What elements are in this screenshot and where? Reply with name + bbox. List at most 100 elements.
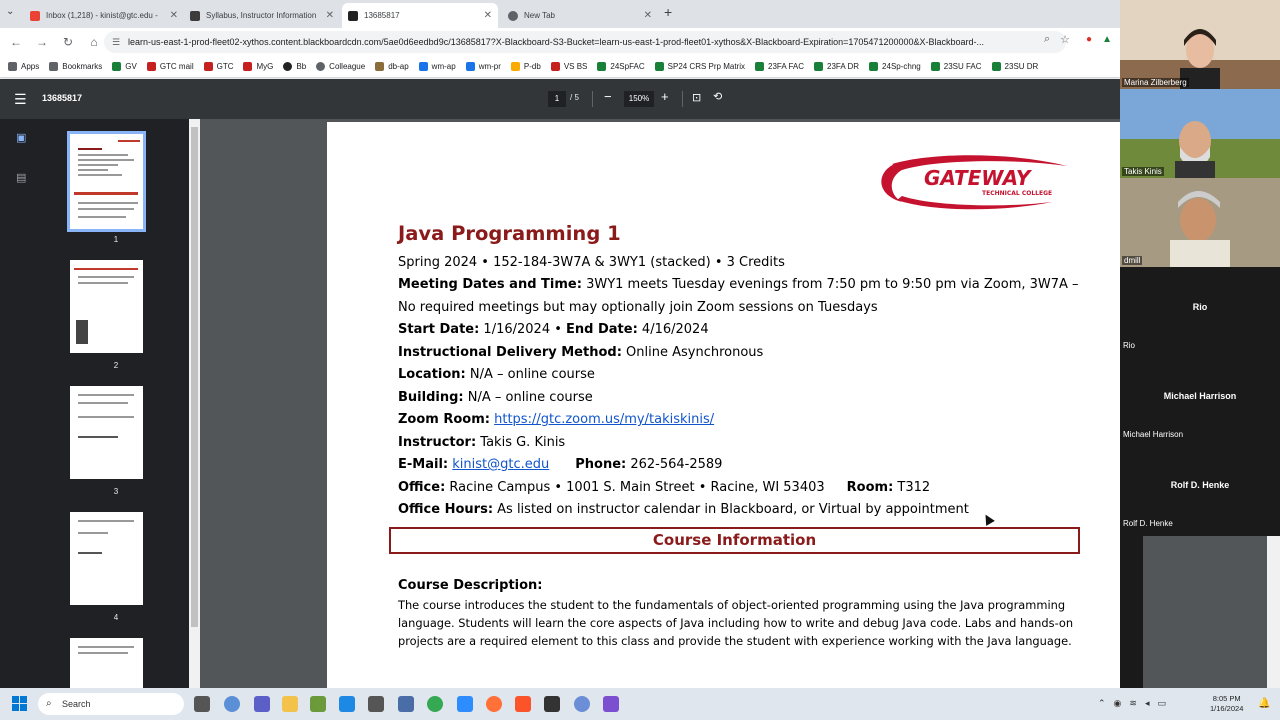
thumbnail-scrollbar[interactable] — [189, 119, 200, 688]
bookmark-sp24-crs[interactable]: SP24 CRS Prp Matrix — [654, 62, 745, 71]
webcam-image — [1120, 0, 1280, 89]
reload-icon[interactable]: ↻ — [56, 30, 80, 54]
page-thumbnail-5[interactable] — [70, 638, 143, 688]
teams-icon[interactable] — [254, 696, 270, 712]
contact-line: E-Mail: kinist@gtc.edu Phone: 262-564-258… — [398, 457, 723, 472]
participant-tile[interactable]: Rolf D. Henke Rolf D. Henke — [1120, 445, 1280, 534]
participant-tile[interactable]: Rio Rio — [1120, 267, 1280, 356]
tab-syllabus[interactable]: Syllabus, Instructor Information ✕ — [184, 3, 340, 28]
page-number-input[interactable]: 1 — [548, 91, 566, 107]
app-icon[interactable] — [544, 696, 560, 712]
new-tab-button[interactable]: + — [664, 4, 672, 20]
bookmark-bookmarks[interactable]: Bookmarks — [49, 62, 102, 71]
page-scrollbar[interactable] — [1267, 536, 1280, 688]
extension-icon[interactable]: ● — [1086, 34, 1092, 45]
task-view-icon[interactable] — [194, 696, 210, 712]
windows-start-icon[interactable] — [12, 696, 28, 712]
app-icon[interactable] — [368, 696, 384, 712]
wifi-icon[interactable]: ≋ — [1129, 698, 1137, 709]
visual-studio-icon[interactable] — [603, 696, 619, 712]
chevron-up-icon[interactable]: ⌃ — [1098, 698, 1106, 709]
bookmark-24sp-chng[interactable]: 24Sp-chng — [869, 62, 921, 71]
drive-icon[interactable]: ▲ — [1102, 34, 1112, 45]
bookmark-p-db[interactable]: P-db — [510, 62, 541, 71]
network-icon[interactable]: ◉ — [1114, 698, 1122, 709]
zoom-room-link[interactable]: https://gtc.zoom.us/my/takiskinis/ — [494, 412, 714, 427]
participant-video[interactable]: Takis Kinis — [1120, 89, 1280, 178]
page-thumbnail-3[interactable] — [70, 386, 143, 479]
vscode-icon[interactable] — [339, 696, 355, 712]
thumbnails-icon[interactable]: ▣ — [16, 131, 26, 144]
taskbar-clock[interactable]: 8:05 PM 1/16/2024 — [1210, 694, 1243, 714]
file-explorer-icon[interactable] — [282, 696, 298, 712]
zoom-in-button[interactable]: + — [661, 89, 669, 104]
section-header: Course Information — [389, 527, 1080, 554]
bookmark-colleague[interactable]: Colleague — [316, 62, 365, 71]
back-icon[interactable]: ← — [4, 30, 28, 54]
participant-tile[interactable]: Michael Harrison Michael Harrison — [1120, 356, 1280, 445]
thumbnail-label: 1 — [113, 235, 119, 244]
close-icon[interactable]: ✕ — [644, 10, 652, 21]
app-icon[interactable] — [398, 696, 414, 712]
bookmark-bb[interactable]: Bb — [283, 62, 306, 71]
bookmark-wm-pr[interactable]: wm-pr — [465, 62, 501, 71]
bookmark-24spfac[interactable]: 24SpFAC — [597, 62, 645, 71]
bookmark-apps[interactable]: Apps — [8, 62, 39, 71]
forward-icon[interactable]: → — [30, 30, 54, 54]
close-icon[interactable]: ✕ — [170, 10, 178, 21]
email-link[interactable]: kinist@gtc.edu — [452, 457, 549, 472]
notification-icon[interactable]: 🔔 — [1258, 698, 1270, 709]
participant-label: Michael Harrison — [1123, 430, 1184, 439]
bookmark-23fa-fac[interactable]: 23FA FAC — [755, 62, 804, 71]
participant-video[interactable]: Marina Zilberberg — [1120, 0, 1280, 89]
tab-pdf[interactable]: 13685817 ✕ — [342, 3, 498, 28]
volume-icon[interactable]: ◂ — [1145, 698, 1150, 709]
fit-page-icon[interactable]: ⊡ — [692, 91, 701, 104]
tab-newtab[interactable]: New Tab ✕ — [502, 3, 658, 28]
tab-search-icon[interactable]: ⌄ — [6, 6, 14, 17]
outline-icon[interactable]: ▤ — [16, 171, 26, 184]
bookmark-wm-ap[interactable]: wm-ap — [418, 62, 456, 71]
sheets-icon — [814, 62, 824, 71]
home-icon[interactable]: ⌂ — [82, 30, 106, 54]
app-icon[interactable] — [574, 696, 590, 712]
page-thumbnail-1[interactable] — [67, 131, 146, 232]
bookmark-myg[interactable]: MyG — [243, 62, 273, 71]
bookmark-label: 23SU FAC — [943, 62, 982, 71]
bookmark-23fa-dr[interactable]: 23FA DR — [814, 62, 859, 71]
close-icon[interactable]: ✕ — [326, 10, 334, 21]
page-thumbnail-4[interactable] — [70, 512, 143, 605]
description-title: Course Description: — [398, 578, 543, 593]
weather-icon[interactable] — [224, 696, 240, 712]
chrome-icon[interactable] — [427, 696, 443, 712]
bookmark-gtc-mail[interactable]: GTC mail — [146, 62, 194, 71]
zoom-out-button[interactable]: − — [604, 89, 612, 104]
tab-inbox[interactable]: Inbox (1,218) - kinist@gtc.edu - ✕ — [24, 3, 184, 28]
svg-text:GATEWAY: GATEWAY — [924, 166, 1033, 190]
zoom-input[interactable]: 150% — [624, 91, 654, 107]
address-bar[interactable]: ☰ learn-us-east-1-prod-fleet02-xythos.co… — [104, 31, 1066, 53]
site-info-icon[interactable]: ☰ — [112, 31, 120, 53]
bookmark-vs-bs[interactable]: VS BS — [550, 62, 587, 71]
menu-icon[interactable]: ☰ — [14, 91, 27, 108]
notepad-icon[interactable] — [310, 696, 326, 712]
close-icon[interactable]: ✕ — [484, 10, 492, 21]
bookmark-gtc[interactable]: GTC — [203, 62, 233, 71]
bookmark-gv[interactable]: GV — [112, 62, 137, 71]
bookmark-23su-fac[interactable]: 23SU FAC — [930, 62, 982, 71]
brave-icon[interactable] — [515, 696, 531, 712]
scrollbar-thumb[interactable] — [191, 127, 198, 627]
rotate-icon[interactable]: ⟲ — [713, 90, 722, 103]
bookmark-23su-dr[interactable]: 23SU DR — [991, 62, 1038, 71]
bookmark-star-icon[interactable]: ☆ — [1060, 33, 1070, 46]
pdf-viewer[interactable]: GATEWAY TECHNICAL COLLEGE Java Programmi… — [200, 119, 1120, 688]
firefox-icon[interactable] — [486, 696, 502, 712]
battery-icon[interactable]: ▭ — [1157, 698, 1166, 709]
page-thumbnail-2[interactable] — [70, 260, 143, 353]
zoom-icon[interactable]: ⌕ — [1044, 33, 1050, 46]
taskbar-search[interactable]: ⌕ Search — [38, 693, 184, 715]
participant-video[interactable]: dmill — [1120, 178, 1280, 267]
zoom-app-icon[interactable] — [457, 696, 473, 712]
bookmark-db-ap[interactable]: db-ap — [375, 62, 409, 71]
term-line: Spring 2024 • 152-184-3W7A & 3WY1 (stack… — [398, 255, 785, 270]
